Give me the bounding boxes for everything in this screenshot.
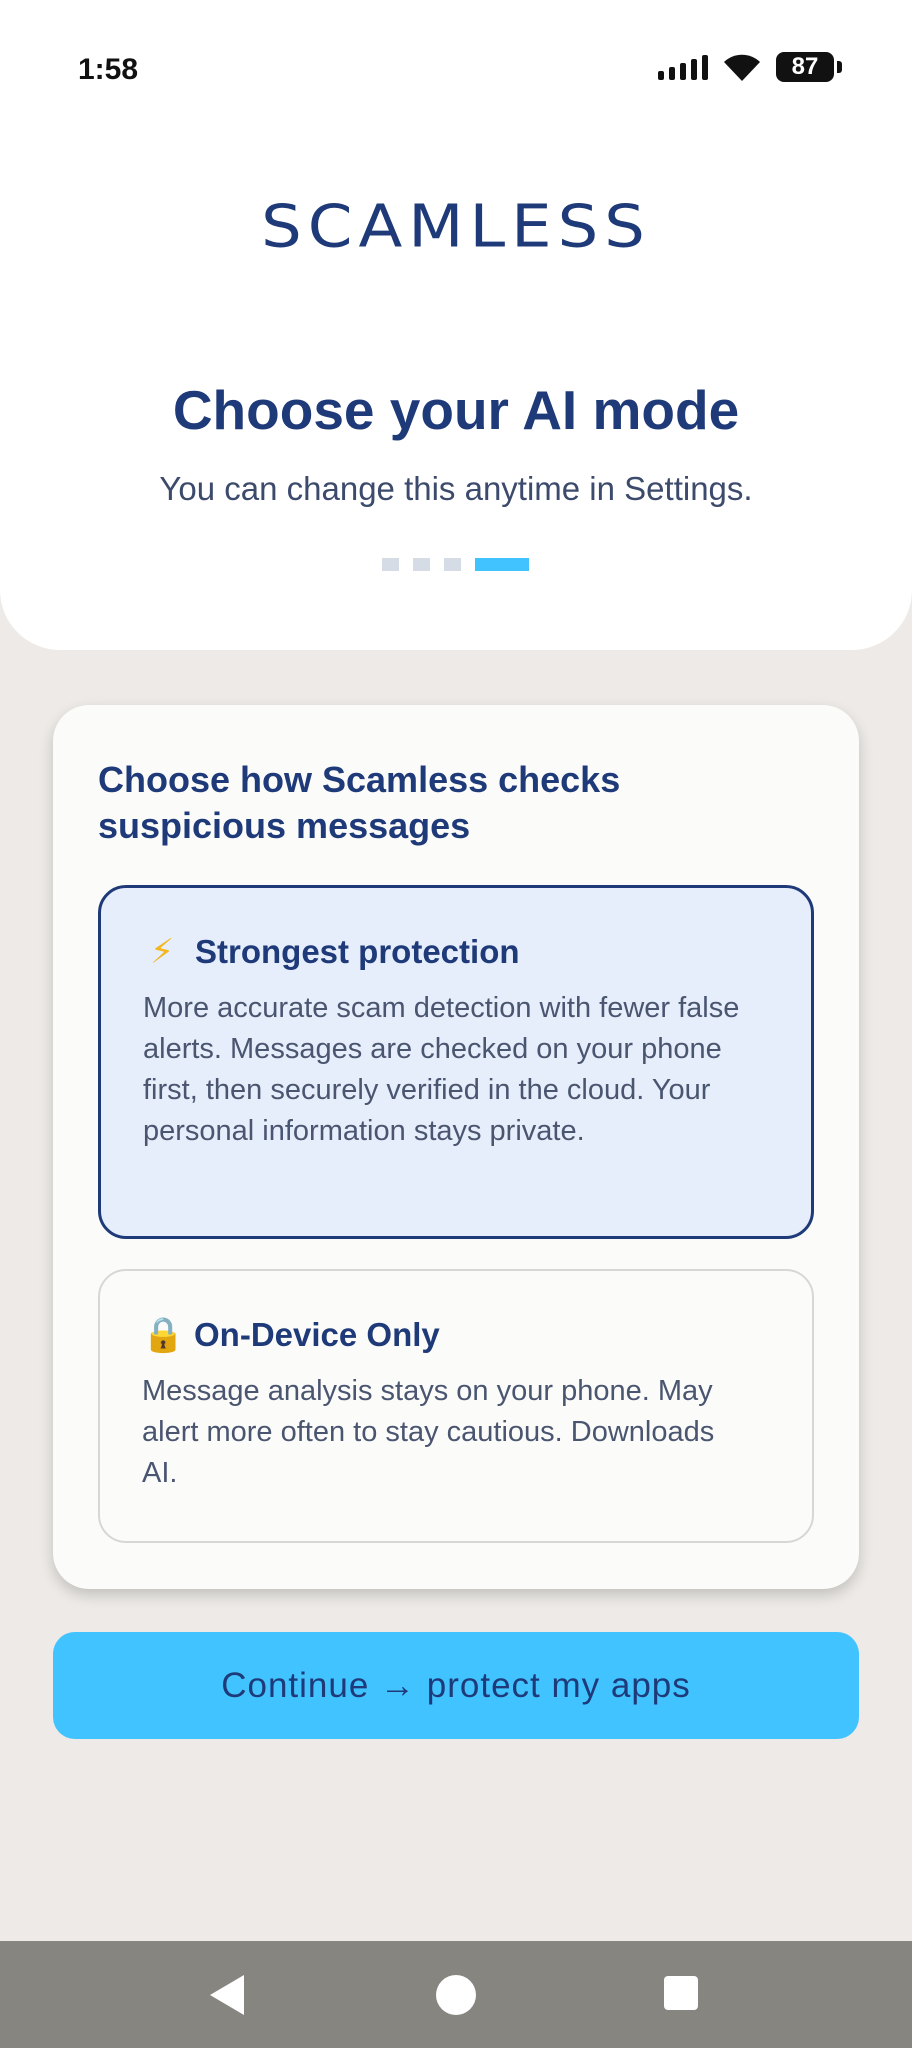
back-icon[interactable] xyxy=(210,1975,244,2015)
option-description: More accurate scam detection with fewer … xyxy=(143,992,740,1147)
scamless-logo: SCAMLESS xyxy=(261,192,651,262)
status-icons: 87 xyxy=(658,52,842,82)
navigation-bar xyxy=(0,1941,912,2048)
mode-selection-card: Choose how Scamless checks suspicious me… xyxy=(53,705,859,1589)
step-dot xyxy=(413,558,430,571)
step-indicator xyxy=(382,558,529,571)
status-bar: 1:58 87 xyxy=(0,0,912,150)
option-title-row: 🔒 On-Device Only xyxy=(142,1313,768,1357)
option-title: Strongest protection xyxy=(195,933,520,970)
option-description: Message analysis stays on your phone. Ma… xyxy=(142,1375,715,1489)
continue-button[interactable]: Continue → protect my apps xyxy=(53,1632,859,1739)
wifi-icon xyxy=(724,54,760,81)
page-title: Choose your AI mode xyxy=(172,379,740,441)
recents-icon[interactable] xyxy=(664,1976,698,2010)
step-dot xyxy=(382,558,399,571)
page-subtitle: You can change this anytime in Settings. xyxy=(159,470,753,507)
home-icon[interactable] xyxy=(436,1975,476,2015)
step-dot xyxy=(444,558,461,571)
lock-icon: 🔒 xyxy=(142,1315,185,1355)
option-on-device-only[interactable]: 🔒 On-Device Only Message analysis stays … xyxy=(98,1269,814,1543)
status-time: 1:58 xyxy=(78,53,139,86)
signal-icon xyxy=(658,54,708,80)
battery-icon: 87 xyxy=(776,52,842,82)
lightning-bolt-icon: ⚡ xyxy=(150,932,174,972)
option-strongest-protection[interactable]: ⚡ Strongest protection More accurate sca… xyxy=(98,885,814,1239)
screen: 1:58 87 SCAMLESS Choose your AI mode You… xyxy=(0,0,912,2048)
card-heading: Choose how Scamless checks suspicious me… xyxy=(98,759,621,846)
option-title-row: ⚡ Strongest protection xyxy=(143,930,767,974)
option-title: On-Device Only xyxy=(194,1316,440,1353)
step-dot-active xyxy=(475,558,529,571)
